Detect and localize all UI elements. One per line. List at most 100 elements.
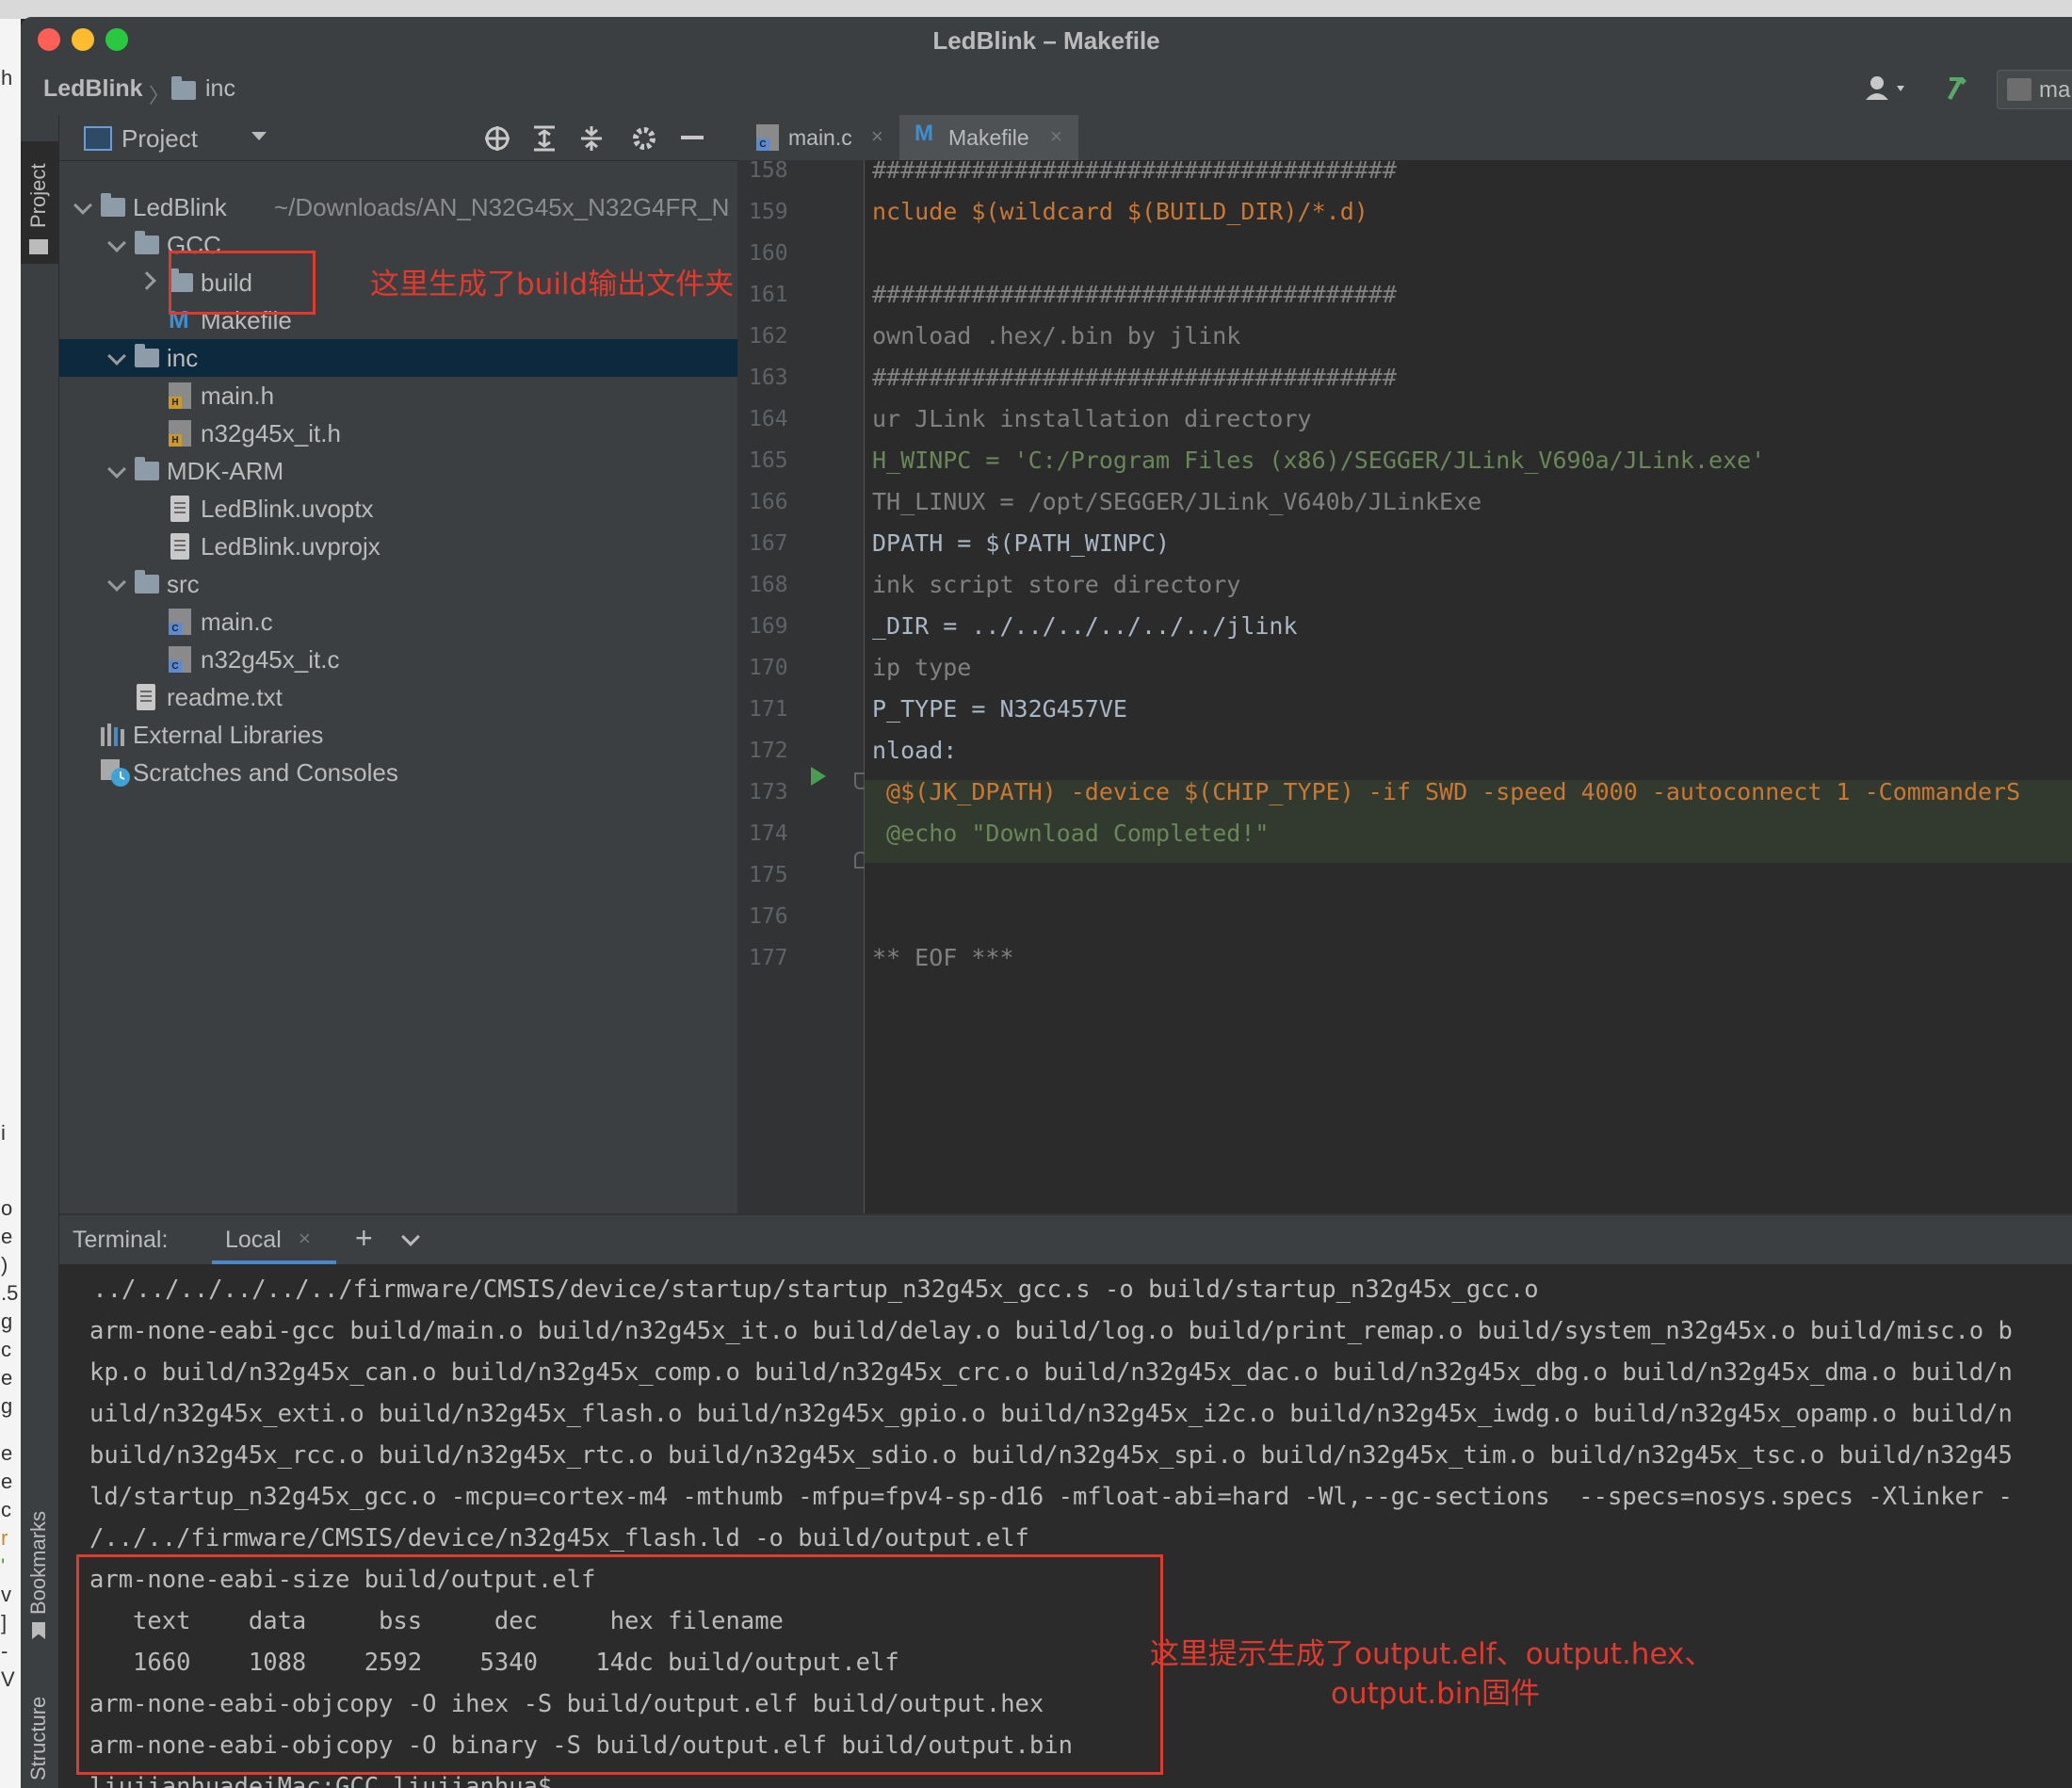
folder-icon xyxy=(135,457,159,480)
terminal-line: arm-none-eabi-gcc build/main.o build/n32… xyxy=(89,1317,2013,1345)
run-configuration-selector[interactable]: ma xyxy=(1997,70,2072,109)
terminal-label: Terminal: xyxy=(73,1227,169,1253)
tree-node-label: MDK-ARM xyxy=(167,457,284,485)
tree-node-gcc[interactable]: GCC xyxy=(59,226,737,264)
tree-node-mdk-arm[interactable]: MDK-ARM xyxy=(59,452,737,490)
close-tab-icon[interactable]: × xyxy=(1050,124,1062,149)
tree-node-ledblink[interactable]: LedBlink ~/Downloads/AN_N32G45x_N32G4FR_… xyxy=(59,188,737,226)
makefile-icon: M xyxy=(915,121,933,146)
build-hammer-icon[interactable] xyxy=(1942,72,1980,106)
hide-panel-icon[interactable] xyxy=(681,136,704,139)
tree-node-readme[interactable]: readme.txt xyxy=(59,678,737,716)
breadcrumb-folder[interactable]: inc xyxy=(205,75,235,103)
project-panel: Project LedBlink ~/Downloads/AN_N32G45x_… xyxy=(59,115,737,1213)
ide-window: LedBlink – Makefile LedBlink 〉 inc ma Pr… xyxy=(21,17,2072,1788)
output-annotation-text-2: output.bin固件 xyxy=(1331,1677,1541,1711)
bg-char: v xyxy=(1,1583,11,1606)
tree-node-n32g45x-it-h[interactable]: H n32g45x_it.h xyxy=(59,414,737,452)
build-annotation-text: 这里生成了build输出文件夹 xyxy=(370,268,735,301)
terminal-line: /../../firmware/CMSIS/device/n32g45x_fla… xyxy=(89,1524,1029,1552)
tree-node-uvoptx[interactable]: LedBlink.uvoptx xyxy=(59,490,737,528)
tree-node-makefile[interactable]: M Makefile xyxy=(59,301,737,339)
line-number: 166 xyxy=(749,490,788,514)
chevron-down-icon[interactable] xyxy=(107,460,126,479)
tree-node-label: LedBlink xyxy=(133,193,227,221)
project-tool-tab-label: Project xyxy=(26,163,50,228)
line-number: 164 xyxy=(749,407,788,431)
user-account-icon[interactable] xyxy=(1863,72,1914,106)
tree-node-scratches[interactable]: Scratches and Consoles xyxy=(59,754,737,791)
tree-node-main-h[interactable]: H main.h xyxy=(59,377,737,414)
view-dropdown-chevron-icon[interactable] xyxy=(251,132,267,140)
code-line: DPATH = $(PATH_WINPC) xyxy=(872,529,1171,557)
terminal-header: Terminal: Local × + xyxy=(59,1215,2072,1264)
project-tool-tab[interactable]: Project xyxy=(21,141,58,264)
line-number: 165 xyxy=(749,448,788,473)
folder-icon xyxy=(29,239,48,254)
code-line: ur JLink installation directory xyxy=(872,405,1312,432)
line-number: 160 xyxy=(749,241,788,266)
tab-label: main.c xyxy=(788,125,852,150)
tab-makefile[interactable]: M Makefile × xyxy=(899,115,1078,164)
output-annotation-text-1: 这里提示生成了output.elf、output.hex、 xyxy=(1150,1637,1714,1671)
chevron-down-icon[interactable] xyxy=(73,196,92,215)
terminal-sessions-chevron-icon[interactable] xyxy=(401,1227,420,1246)
chevron-down-icon[interactable] xyxy=(107,573,126,592)
tree-node-label: src xyxy=(167,570,200,598)
tree-node-inc[interactable]: inc xyxy=(59,339,737,377)
c-file-icon: C xyxy=(169,609,191,635)
library-icon xyxy=(101,723,129,751)
line-number: 161 xyxy=(749,283,788,307)
expand-all-icon[interactable] xyxy=(530,124,558,157)
chevron-down-icon[interactable] xyxy=(107,234,126,252)
chevron-right-icon[interactable] xyxy=(138,271,156,290)
bookmarks-tool-tab[interactable]: Bookmarks xyxy=(21,1490,58,1641)
terminal-prompt[interactable]: liujianhuadeiMac:GCC liujianhua$ xyxy=(89,1773,552,1788)
tree-node-label: n32g45x_it.h xyxy=(201,419,341,447)
project-path: ~/Downloads/AN_N32G45x_N32G4FR_N xyxy=(274,193,730,221)
line-number: 173 xyxy=(749,780,788,805)
c-file-icon: C xyxy=(756,124,779,151)
folder-icon xyxy=(135,344,159,367)
terminal-tab-local[interactable]: Local × xyxy=(212,1215,336,1264)
bg-char: - xyxy=(1,1639,8,1663)
tree-node-uvprojx[interactable]: LedBlink.uvprojx xyxy=(59,528,737,565)
bookmark-icon xyxy=(32,1622,45,1639)
tab-main-c[interactable]: C main.c × xyxy=(737,115,898,160)
background-window-edge: h i o e ) .5 g c e g e e c r ' v ] - V xyxy=(0,19,21,1788)
terminal-line: kp.o build/n32g45x_can.o build/n32g45x_c… xyxy=(89,1358,2013,1387)
c-file-icon: C xyxy=(169,646,191,673)
code-line: ip type xyxy=(872,654,972,681)
tree-node-n32g45x-it-c[interactable]: C n32g45x_it.c xyxy=(59,641,737,678)
terminal-line: ../../../../../../firmware/CMSIS/device/… xyxy=(78,1276,1539,1304)
locate-target-icon[interactable] xyxy=(483,124,511,157)
collapse-all-icon[interactable] xyxy=(577,124,606,157)
tree-node-label: readme.txt xyxy=(167,683,283,711)
structure-tool-tab[interactable]: Structure xyxy=(21,1669,58,1788)
bg-char: ] xyxy=(1,1611,8,1634)
line-number: 174 xyxy=(749,821,788,846)
tree-node-external-libraries[interactable]: External Libraries xyxy=(59,716,737,754)
new-terminal-plus-icon[interactable]: + xyxy=(355,1221,373,1256)
breadcrumb-project[interactable]: LedBlink xyxy=(43,75,143,103)
folder-icon xyxy=(135,570,159,593)
code-line: H_WINPC = 'C:/Program Files (x86)/SEGGER… xyxy=(872,447,1766,474)
tree-node-label: n32g45x_it.c xyxy=(201,645,340,674)
close-tab-icon[interactable]: × xyxy=(871,124,883,149)
tree-node-label: LedBlink.uvprojx xyxy=(201,532,380,561)
project-panel-title[interactable]: Project xyxy=(121,124,198,154)
gear-icon[interactable] xyxy=(630,124,658,157)
code-editor[interactable]: ##################################### nc… xyxy=(865,160,2072,1213)
run-target-icon[interactable] xyxy=(811,767,826,786)
build-annotation-box xyxy=(169,251,316,315)
terminal-panel: Terminal: Local × + ../../../../../../fi… xyxy=(59,1213,2072,1788)
tree-node-src[interactable]: src xyxy=(59,565,737,603)
tree-node-main-c[interactable]: C main.c xyxy=(59,603,737,641)
bg-char: c xyxy=(1,1498,11,1521)
title-bar: LedBlink – Makefile xyxy=(21,17,2072,63)
scratches-icon xyxy=(101,759,131,792)
terminal-line: build/n32g45x_rcc.o build/n32g45x_rtc.o … xyxy=(89,1441,2013,1470)
run-configuration-label: ma xyxy=(2039,77,2071,103)
line-number: 170 xyxy=(749,656,788,680)
close-tab-icon[interactable]: × xyxy=(299,1227,311,1251)
